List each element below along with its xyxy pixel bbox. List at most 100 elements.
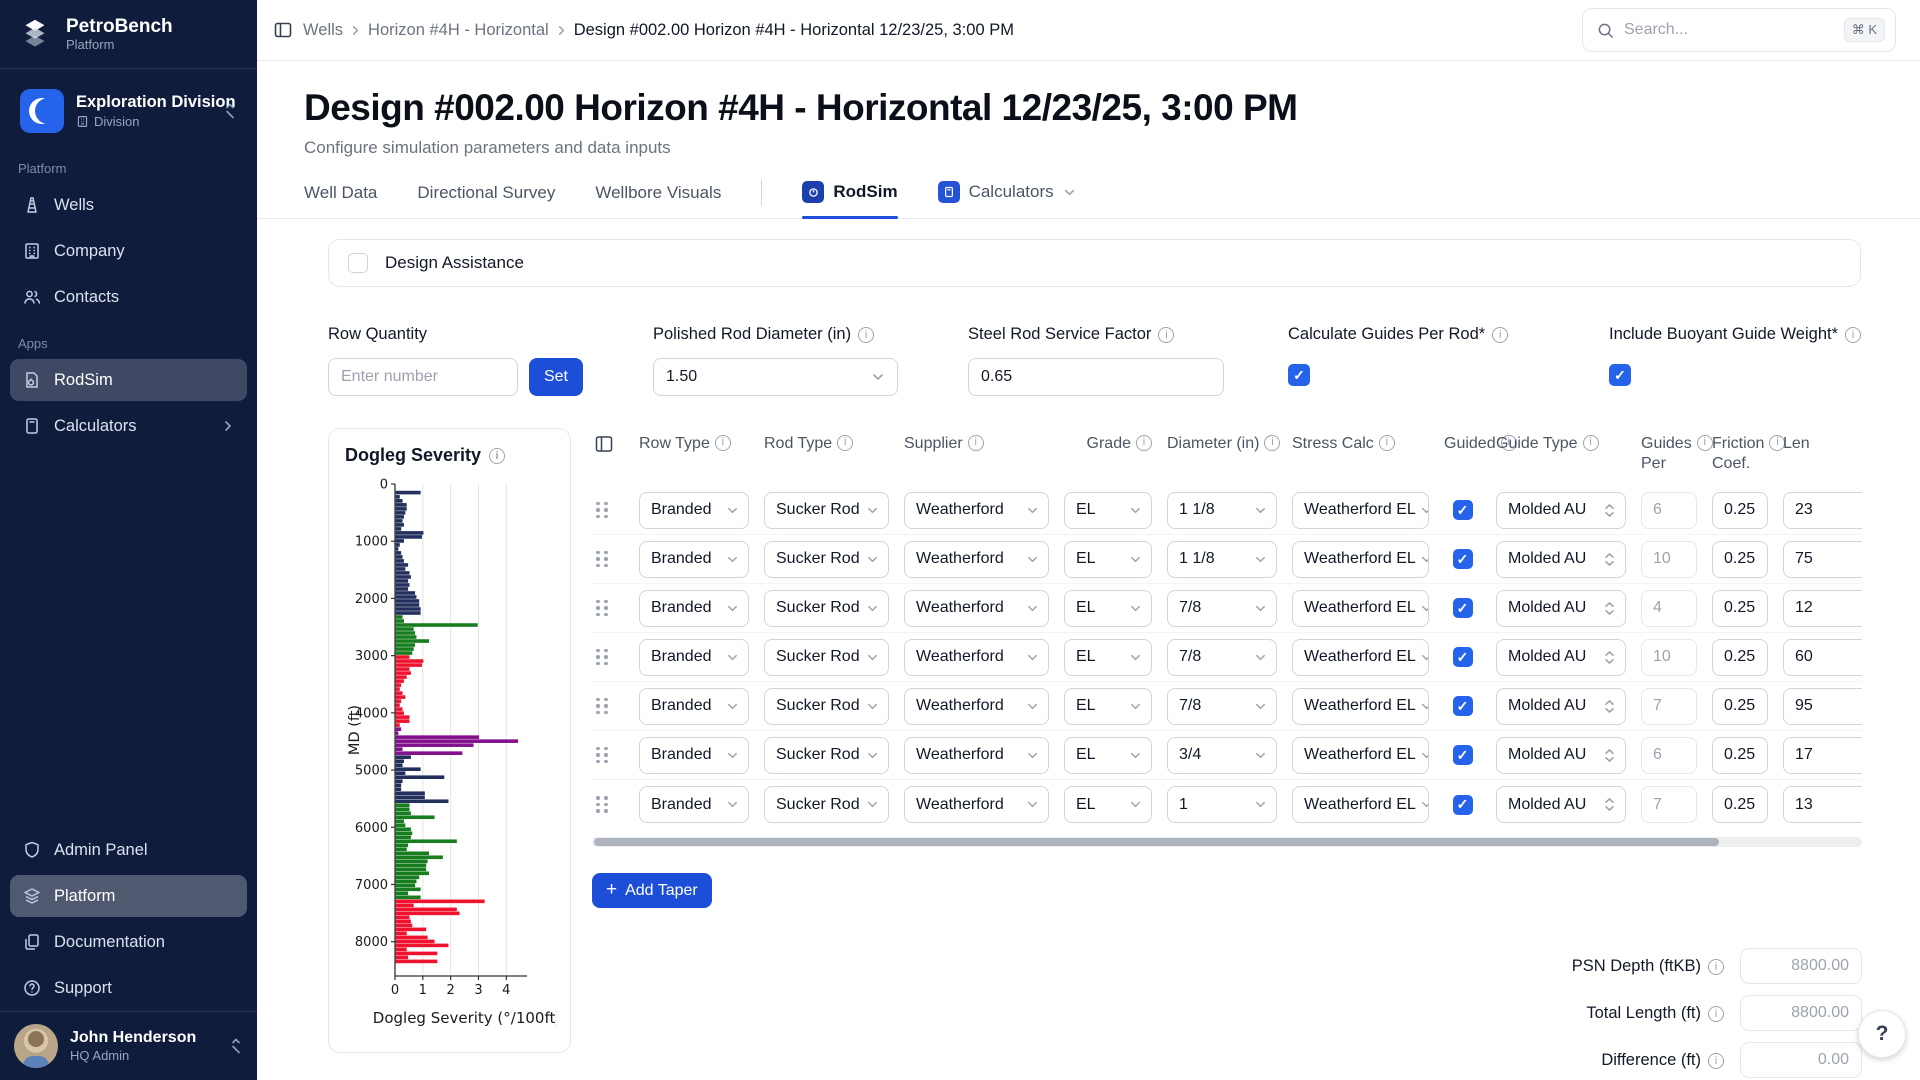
brand[interactable]: PetroBench Platform bbox=[0, 0, 257, 69]
info-icon[interactable]: i bbox=[1583, 435, 1599, 451]
guided-checkbox[interactable] bbox=[1453, 500, 1473, 520]
rod-type-select[interactable]: Sucker Rod bbox=[764, 541, 889, 578]
guided-checkbox[interactable] bbox=[1453, 598, 1473, 618]
sidebar-item-calculators[interactable]: Calculators bbox=[10, 405, 247, 447]
diameter-select[interactable]: 7/8 bbox=[1167, 688, 1277, 725]
supplier-select[interactable]: Weatherford bbox=[904, 492, 1049, 529]
diameter-select[interactable]: 1 bbox=[1167, 786, 1277, 823]
row-type-select[interactable]: Branded bbox=[639, 541, 749, 578]
info-icon[interactable]: i bbox=[968, 435, 984, 451]
stress-calc-select[interactable]: Weatherford EL bbox=[1292, 541, 1429, 578]
breadcrumb-wells[interactable]: Wells bbox=[303, 21, 343, 40]
guides-per-input[interactable]: 10 bbox=[1641, 639, 1697, 676]
stress-calc-select[interactable]: Weatherford EL bbox=[1292, 492, 1429, 529]
info-icon[interactable]: i bbox=[1708, 959, 1724, 975]
guided-checkbox[interactable] bbox=[1453, 696, 1473, 716]
sidebar-item-wells[interactable]: Wells bbox=[10, 184, 247, 226]
add-taper-button[interactable]: + Add Taper bbox=[592, 873, 712, 908]
rod-type-select[interactable]: Sucker Rod bbox=[764, 688, 889, 725]
length-input[interactable]: 12 bbox=[1783, 590, 1862, 627]
guides-per-input[interactable]: 10 bbox=[1641, 541, 1697, 578]
tab-wellbore-visuals[interactable]: Wellbore Visuals bbox=[595, 183, 721, 218]
info-icon[interactable]: i bbox=[837, 435, 853, 451]
sidebar-item-documentation[interactable]: Documentation bbox=[10, 921, 247, 963]
tab-rodsim[interactable]: RodSim bbox=[802, 181, 897, 218]
info-icon[interactable]: i bbox=[858, 327, 874, 343]
buoyant-weight-checkbox[interactable] bbox=[1609, 364, 1631, 386]
supplier-select[interactable]: Weatherford bbox=[904, 737, 1049, 774]
row-type-select[interactable]: Branded bbox=[639, 492, 749, 529]
guides-per-input[interactable]: 7 bbox=[1641, 688, 1697, 725]
friction-coef-input[interactable]: 0.25 bbox=[1712, 541, 1768, 578]
drag-handle-icon[interactable] bbox=[596, 747, 608, 764]
scrollbar-thumb[interactable] bbox=[594, 838, 1719, 846]
friction-coef-input[interactable]: 0.25 bbox=[1712, 786, 1768, 823]
rod-type-select[interactable]: Sucker Rod bbox=[764, 492, 889, 529]
supplier-select[interactable]: Weatherford bbox=[904, 786, 1049, 823]
row-type-select[interactable]: Branded bbox=[639, 737, 749, 774]
row-type-select[interactable]: Branded bbox=[639, 590, 749, 627]
sidebar-item-platform[interactable]: Platform bbox=[10, 875, 247, 917]
guided-checkbox[interactable] bbox=[1453, 549, 1473, 569]
guides-per-input[interactable]: 6 bbox=[1641, 492, 1697, 529]
length-input[interactable]: 23 bbox=[1783, 492, 1862, 529]
user-menu[interactable]: John Henderson HQ Admin bbox=[0, 1011, 257, 1080]
stress-calc-select[interactable]: Weatherford EL bbox=[1292, 688, 1429, 725]
length-input[interactable]: 75 bbox=[1783, 541, 1862, 578]
drag-handle-icon[interactable] bbox=[596, 698, 608, 715]
info-icon[interactable]: i bbox=[1379, 435, 1395, 451]
guided-checkbox[interactable] bbox=[1453, 745, 1473, 765]
supplier-select[interactable]: Weatherford bbox=[904, 639, 1049, 676]
guide-type-select[interactable]: Molded AU bbox=[1496, 541, 1626, 578]
guides-per-input[interactable]: 7 bbox=[1641, 786, 1697, 823]
info-icon[interactable]: i bbox=[489, 448, 505, 464]
info-icon[interactable]: i bbox=[1708, 1053, 1724, 1069]
row-type-select[interactable]: Branded bbox=[639, 786, 749, 823]
stress-calc-select[interactable]: Weatherford EL bbox=[1292, 639, 1429, 676]
row-type-select[interactable]: Branded bbox=[639, 688, 749, 725]
guide-type-select[interactable]: Molded AU bbox=[1496, 590, 1626, 627]
guide-type-select[interactable]: Molded AU bbox=[1496, 737, 1626, 774]
rod-type-select[interactable]: Sucker Rod bbox=[764, 737, 889, 774]
tab-calculators[interactable]: Calculators bbox=[938, 181, 1076, 218]
friction-coef-input[interactable]: 0.25 bbox=[1712, 737, 1768, 774]
rod-type-select[interactable]: Sucker Rod bbox=[764, 590, 889, 627]
guides-per-input[interactable]: 6 bbox=[1641, 737, 1697, 774]
length-input[interactable]: 60 bbox=[1783, 639, 1862, 676]
length-input[interactable]: 95 bbox=[1783, 688, 1862, 725]
grade-select[interactable]: EL bbox=[1064, 737, 1152, 774]
drag-handle-icon[interactable] bbox=[596, 502, 608, 519]
grade-select[interactable]: EL bbox=[1064, 590, 1152, 627]
guide-type-select[interactable]: Molded AU bbox=[1496, 688, 1626, 725]
drag-handle-icon[interactable] bbox=[596, 551, 608, 568]
grade-select[interactable]: EL bbox=[1064, 688, 1152, 725]
diameter-select[interactable]: 3/4 bbox=[1167, 737, 1277, 774]
polished-rod-diameter-select[interactable]: 1.50 bbox=[653, 358, 898, 396]
guide-type-select[interactable]: Molded AU bbox=[1496, 786, 1626, 823]
guides-per-input[interactable]: 4 bbox=[1641, 590, 1697, 627]
sidebar-item-rodsim[interactable]: RodSim bbox=[10, 359, 247, 401]
rod-type-select[interactable]: Sucker Rod bbox=[764, 639, 889, 676]
supplier-select[interactable]: Weatherford bbox=[904, 688, 1049, 725]
info-icon[interactable]: i bbox=[1136, 435, 1152, 451]
sidebar-item-company[interactable]: Company bbox=[10, 230, 247, 272]
tab-directional-survey[interactable]: Directional Survey bbox=[417, 183, 555, 218]
grade-select[interactable]: EL bbox=[1064, 786, 1152, 823]
grade-select[interactable]: EL bbox=[1064, 492, 1152, 529]
sidebar-item-support[interactable]: Support bbox=[10, 967, 247, 1009]
grade-select[interactable]: EL bbox=[1064, 639, 1152, 676]
info-icon[interactable]: i bbox=[1708, 1006, 1724, 1022]
supplier-select[interactable]: Weatherford bbox=[904, 590, 1049, 627]
sidebar-toggle-icon[interactable] bbox=[273, 20, 293, 40]
row-quantity-input[interactable]: Enter number bbox=[328, 358, 518, 396]
info-icon[interactable]: i bbox=[1158, 327, 1174, 343]
sidebar-item-contacts[interactable]: Contacts bbox=[10, 276, 247, 318]
friction-coef-input[interactable]: 0.25 bbox=[1712, 639, 1768, 676]
calc-guides-checkbox[interactable] bbox=[1288, 364, 1310, 386]
info-icon[interactable]: i bbox=[1845, 327, 1861, 343]
design-assistance-checkbox[interactable] bbox=[348, 253, 368, 273]
guide-type-select[interactable]: Molded AU bbox=[1496, 639, 1626, 676]
service-factor-input[interactable]: 0.65 bbox=[968, 358, 1224, 396]
friction-coef-input[interactable]: 0.25 bbox=[1712, 688, 1768, 725]
workspace-switcher[interactable]: Exploration Division Division bbox=[10, 81, 247, 141]
